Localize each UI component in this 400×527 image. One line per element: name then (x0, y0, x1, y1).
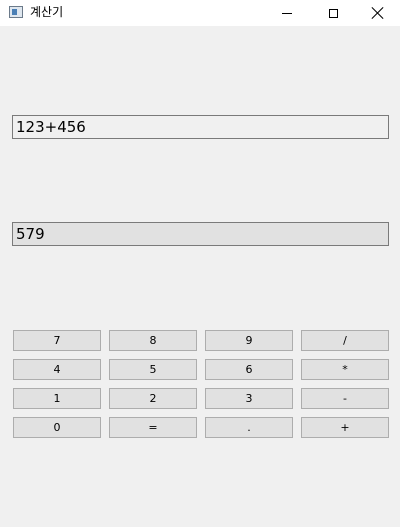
maximize-button[interactable] (310, 0, 356, 26)
key-7[interactable]: 7 (13, 330, 101, 351)
key-6[interactable]: 6 (205, 359, 293, 380)
close-icon (372, 7, 384, 19)
key-divide[interactable]: / (301, 330, 389, 351)
close-button[interactable] (356, 0, 400, 26)
app-icon (9, 6, 23, 18)
maximize-icon (328, 8, 338, 18)
key-0[interactable]: 0 (13, 417, 101, 438)
key-decimal[interactable]: . (205, 417, 293, 438)
key-8[interactable]: 8 (109, 330, 197, 351)
minimize-button[interactable] (264, 0, 310, 26)
key-4[interactable]: 4 (13, 359, 101, 380)
key-5[interactable]: 5 (109, 359, 197, 380)
minimize-icon (282, 12, 292, 14)
key-subtract[interactable]: - (301, 388, 389, 409)
key-2[interactable]: 2 (109, 388, 197, 409)
window-title: 계산기 (30, 5, 64, 19)
key-multiply[interactable]: * (301, 359, 389, 380)
result-display[interactable] (12, 222, 389, 246)
title-bar[interactable]: 계산기 (0, 0, 400, 26)
key-3[interactable]: 3 (205, 388, 293, 409)
keypad: 7 8 9 / 4 5 6 * 1 2 3 - 0 = . + (13, 330, 389, 438)
key-add[interactable]: + (301, 417, 389, 438)
key-1[interactable]: 1 (13, 388, 101, 409)
key-9[interactable]: 9 (205, 330, 293, 351)
key-equals[interactable]: = (109, 417, 197, 438)
expression-input[interactable] (12, 115, 389, 139)
